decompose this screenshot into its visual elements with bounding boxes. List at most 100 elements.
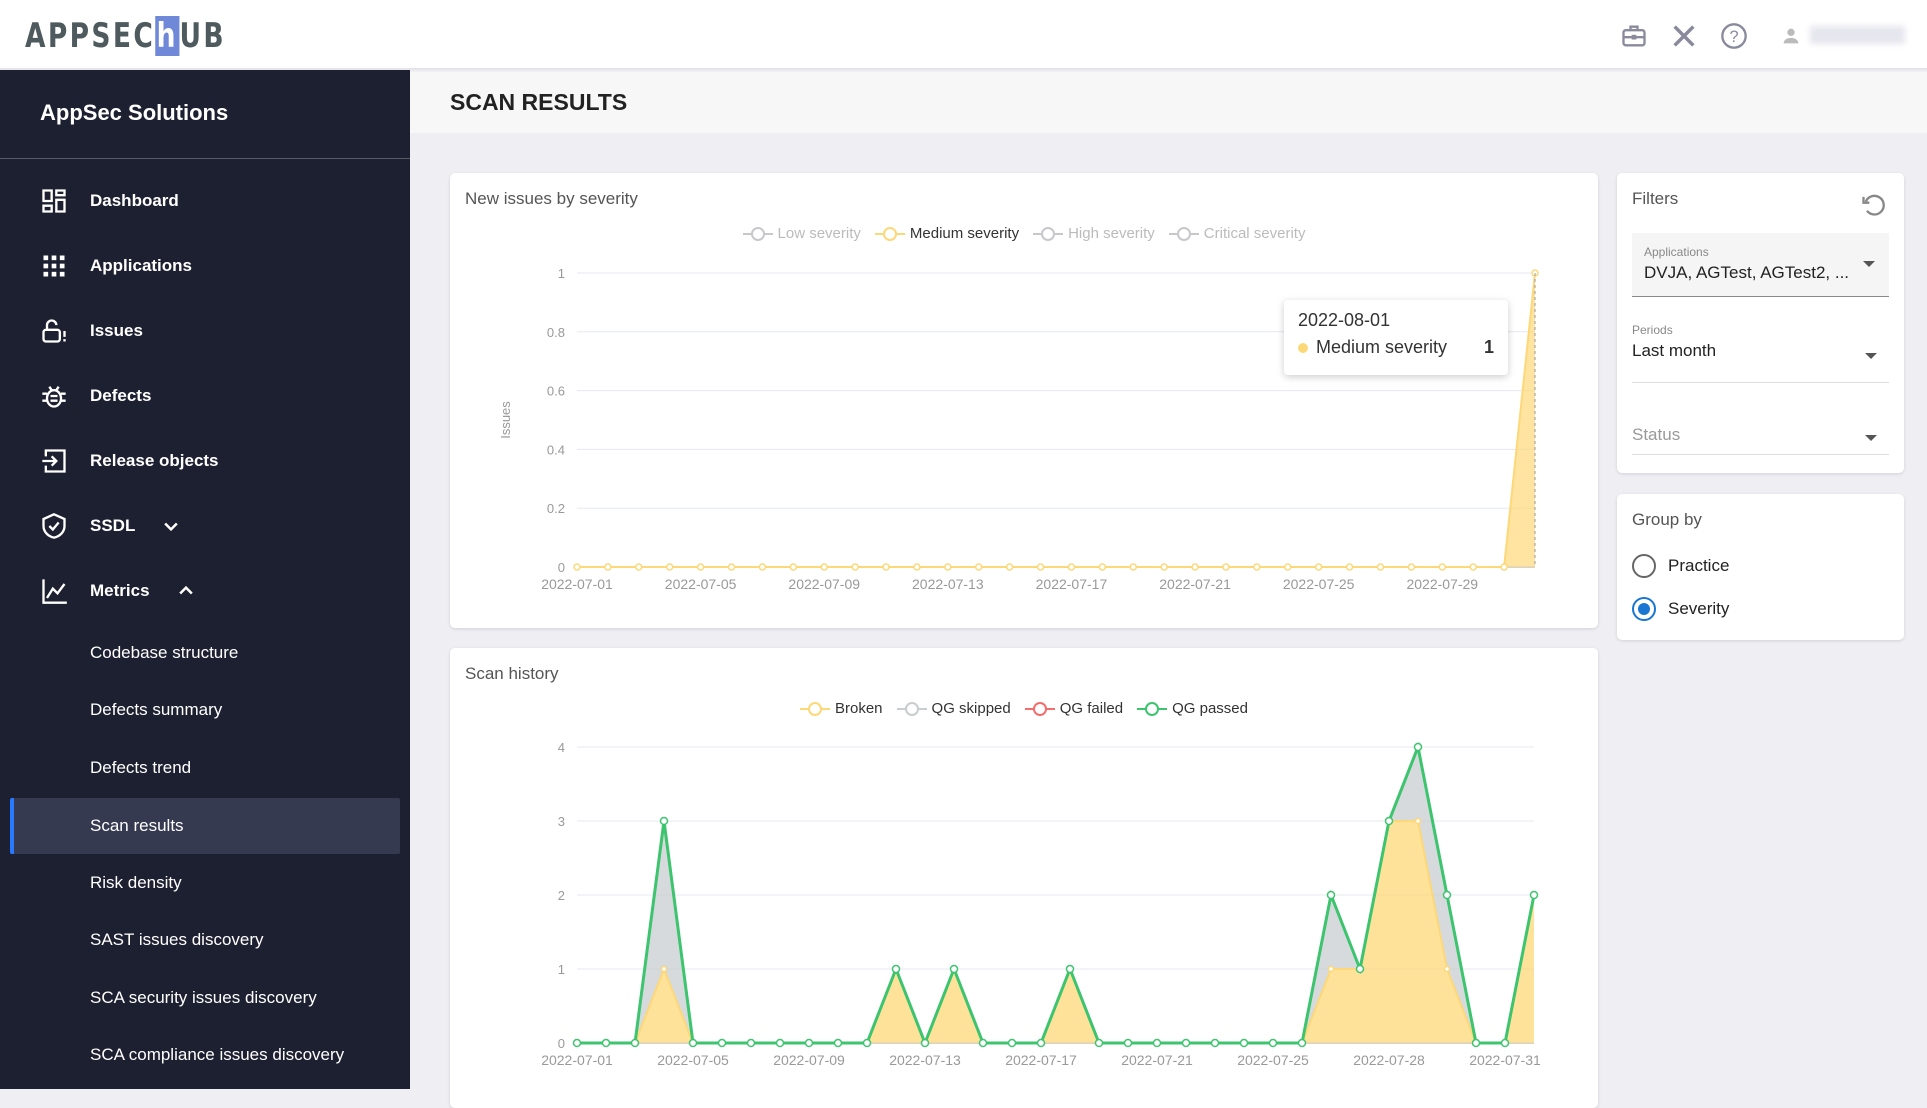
data-point: [974, 563, 983, 571]
sidebar-subitem-sca-security[interactable]: SCA security issues discovery: [90, 970, 317, 1026]
active-item-highlight: [10, 798, 400, 854]
data-point: [1500, 1038, 1510, 1048]
sidebar-item-metrics[interactable]: Metrics: [40, 576, 218, 606]
data-point: [1442, 890, 1452, 900]
sidebar-item-issues[interactable]: Issues: [40, 316, 143, 346]
periods-select[interactable]: Periods Last month: [1632, 323, 1889, 383]
x-tick-label: 2022-07-05: [657, 1052, 729, 1068]
sidebar-subitem-defects-summary[interactable]: Defects summary: [90, 682, 222, 738]
data-point: [920, 1038, 930, 1048]
group-by-title: Group by: [1632, 510, 1702, 529]
data-point: [978, 1038, 988, 1048]
x-tick-label: 2022-07-01: [541, 576, 613, 592]
data-point: [1152, 1038, 1162, 1048]
data-point: [1181, 1038, 1191, 1048]
tooltip-dot: [1298, 342, 1308, 353]
data-point: [1345, 563, 1354, 571]
sidebar-subitem-sca-compliance[interactable]: SCA compliance issues discovery: [90, 1027, 344, 1083]
data-point: [804, 1038, 814, 1048]
x-tick-label: 2022-07-09: [773, 1052, 845, 1068]
data-point: [1529, 890, 1539, 900]
new-issues-chart-card: New issues by severity Low severity Mediu…: [450, 173, 1598, 628]
data-point: [913, 563, 921, 571]
radio-circle-checked[interactable]: [1632, 597, 1656, 621]
chevron-up-icon[interactable]: [176, 577, 196, 605]
x-tick-label: 2022-07-05: [665, 576, 737, 592]
radio-practice[interactable]: Practice: [1632, 554, 1729, 578]
data-point: [1438, 563, 1447, 571]
page-title: SCAN RESULTS: [450, 89, 628, 115]
data-point: [572, 1038, 582, 1048]
y-axis-label: Issues: [498, 401, 513, 439]
sidebar-item-ssdl[interactable]: SSDL: [40, 511, 203, 541]
data-point: [758, 563, 767, 571]
sidebar-subitem-risk-density[interactable]: Risk density: [90, 855, 182, 911]
data-point: [1384, 816, 1394, 826]
sidebar-subitem-scan-results[interactable]: Scan results: [90, 798, 184, 854]
y-tick-label: 0.8: [547, 325, 565, 340]
status-placeholder: Status: [1632, 425, 1681, 444]
x-tick-label: 2022-07-17: [1005, 1052, 1077, 1068]
status-select[interactable]: Status: [1632, 413, 1889, 455]
sidebar-item-defects[interactable]: Defects: [40, 381, 151, 411]
y-tick-label: 2: [558, 888, 565, 903]
data-point: [944, 563, 952, 571]
data-point: [635, 563, 643, 571]
x-tick-label: 2022-07-21: [1159, 576, 1231, 592]
sidebar-item-release-objects[interactable]: Release objects: [40, 446, 219, 476]
radio-severity[interactable]: Severity: [1632, 597, 1729, 621]
top-header: APPSEChUB ?: [0, 0, 1927, 70]
sidebar-item-applications[interactable]: Applications: [40, 251, 192, 281]
data-point: [775, 1038, 785, 1048]
dashboard-icon: [42, 189, 66, 213]
sidebar-subitem-codebase-structure[interactable]: Codebase structure: [90, 625, 238, 681]
y-tick-label: 0.6: [547, 384, 565, 399]
data-point: [1239, 1038, 1249, 1048]
data-point: [630, 1038, 640, 1048]
data-point: [727, 563, 736, 571]
page-title-bar: SCAN RESULTS: [410, 72, 1927, 133]
reset-icon[interactable]: [1860, 191, 1888, 219]
y-tick-label: 1: [558, 962, 565, 977]
sidebar-divider: [0, 158, 410, 159]
tools-icon[interactable]: [1670, 22, 1698, 50]
data-point: [1471, 1038, 1481, 1048]
logo-h: h: [155, 16, 180, 56]
sidebar-subitem-defects-trend[interactable]: Defects trend: [90, 740, 191, 796]
tooltip-date: 2022-08-01: [1298, 310, 1391, 330]
data-point: [604, 563, 612, 571]
x-tick-label: 2022-07-17: [1036, 576, 1108, 592]
org-name: AppSec Solutions: [40, 100, 229, 125]
data-point: [1094, 1038, 1104, 1048]
data-point: [1005, 563, 1014, 571]
help-icon[interactable]: ?: [1720, 22, 1748, 50]
data-point: [573, 563, 581, 571]
radio-circle[interactable]: [1632, 554, 1656, 578]
apps-grid-icon: [43, 255, 65, 277]
sidebar-subitem-sast-issues-discovery[interactable]: SAST issues discovery: [90, 912, 264, 968]
scan-history-chart-card: Scan history Broken QG skipped QG failed QG…: [450, 648, 1598, 1108]
x-tick-label: 2022-07-31: [1469, 1052, 1541, 1068]
x-tick-label: 2022-07-25: [1237, 1052, 1309, 1068]
data-point: [1413, 742, 1423, 752]
data-point: [1160, 563, 1168, 571]
data-point: [717, 1038, 727, 1048]
data-point: [851, 563, 859, 571]
sidebar-item-dashboard[interactable]: Dashboard: [40, 186, 179, 216]
radio-label: Severity: [1668, 599, 1730, 618]
user-name-blurred[interactable]: [1810, 26, 1905, 44]
user-icon[interactable]: [1780, 22, 1802, 50]
filters-title: Filters: [1632, 189, 1679, 208]
chevron-down-icon[interactable]: [161, 512, 181, 540]
data-point: [659, 816, 669, 826]
sidebar-item-label: SSDL: [90, 516, 136, 535]
data-point: [1500, 563, 1508, 571]
applications-label: Applications: [1644, 245, 1709, 259]
appsechub-logo[interactable]: APPSEChUB: [25, 16, 226, 56]
scan-history-chart: 0 1 2 3 4 2022-07-01 2022-07-05 2022-07-09 2022-…: [541, 740, 1541, 1068]
applications-select[interactable]: Applications DVJA, AGTest, AGTest2, ...: [1632, 233, 1889, 297]
briefcase-icon[interactable]: [1620, 22, 1648, 50]
chart-line-icon: [42, 579, 67, 604]
data-point: [665, 563, 674, 571]
unlock-alert-icon: [42, 319, 66, 343]
